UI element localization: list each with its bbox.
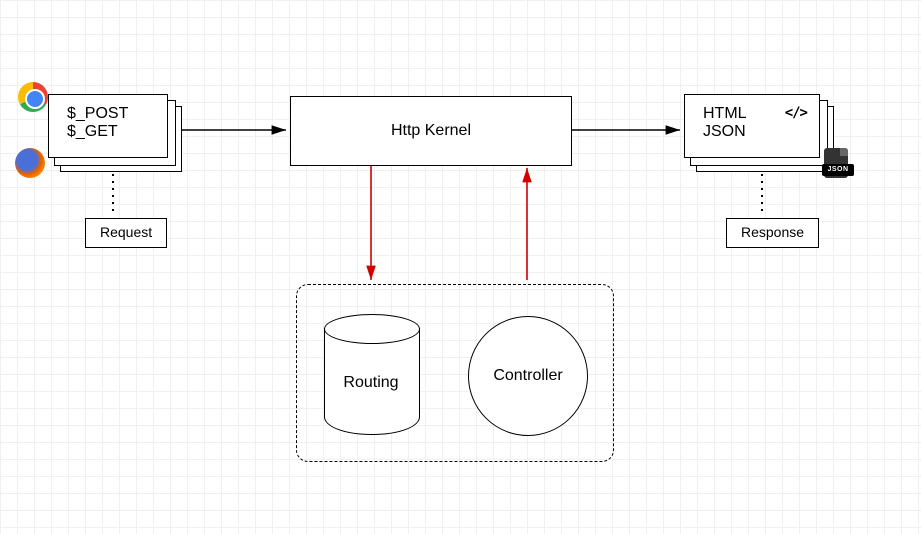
request-label: Request	[100, 224, 152, 240]
response-label-box: Response	[726, 218, 819, 248]
json-file-icon: JSON	[822, 148, 852, 182]
request-stack: $_POST $_GET	[48, 94, 182, 172]
response-label: Response	[741, 224, 804, 240]
firefox-icon	[15, 148, 45, 178]
kernel-label: Http Kernel	[391, 122, 471, 140]
response-stack: HTML JSON </>	[684, 94, 834, 172]
response-line2: JSON	[703, 123, 747, 141]
request-line1: $_POST	[67, 105, 167, 123]
request-label-box: Request	[85, 218, 167, 248]
response-line1: HTML	[703, 105, 747, 123]
chrome-icon	[18, 82, 48, 112]
routing-label: Routing	[324, 374, 418, 392]
code-icon: </>	[785, 105, 807, 157]
controller-circle: Controller	[468, 316, 588, 436]
json-badge-text: JSON	[822, 164, 854, 176]
routing-cylinder: Routing	[324, 314, 418, 434]
http-kernel-box: Http Kernel	[290, 96, 572, 166]
request-line2: $_GET	[67, 123, 167, 141]
controller-label: Controller	[493, 367, 562, 385]
